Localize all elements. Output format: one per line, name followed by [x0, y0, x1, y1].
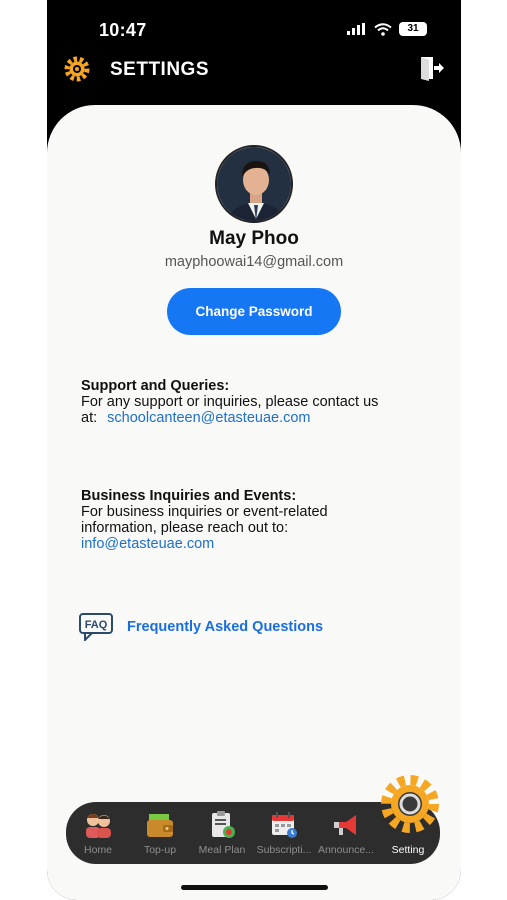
family-icon [86, 814, 111, 838]
gear-icon[interactable] [380, 774, 440, 834]
support-email-link[interactable]: schoolcanteen@etasteuae.com [107, 410, 310, 426]
avatar-image [217, 147, 291, 221]
nav-subscription[interactable]: Subscripti... [253, 808, 315, 860]
profile-name: May Phoo [209, 228, 299, 249]
wifi-icon [374, 22, 392, 36]
settings-gear-icon [64, 56, 90, 82]
nav-meal-plan[interactable]: Meal Plan [191, 808, 253, 860]
support-contact-line: at: schoolcanteen@etasteuae.com [81, 410, 441, 426]
nav-announcements[interactable]: Announce... [315, 808, 377, 860]
nav-label-meal-plan: Meal Plan [198, 844, 246, 856]
support-section: Support and Queries: For any support or … [81, 378, 441, 426]
wallet-icon [147, 814, 173, 837]
faq-label: Frequently Asked Questions [127, 619, 324, 635]
status-time: 10:47 [99, 20, 147, 40]
status-bar: 10:47 31 [47, 0, 461, 50]
nav-home[interactable]: Home [67, 808, 129, 860]
home-indicator [181, 885, 328, 890]
faq-link[interactable]: FAQ Frequently Asked Questions [79, 613, 323, 641]
business-text-2: information, please reach out to: [81, 520, 289, 536]
change-password-button[interactable]: Change Password [167, 288, 341, 335]
nav-label-home: Home [83, 844, 112, 856]
calendar-icon [272, 812, 297, 838]
support-prefix: at: [81, 410, 98, 426]
business-email-link[interactable]: info@etasteuae.com [81, 536, 441, 552]
business-section: Business Inquiries and Events: For busin… [81, 488, 441, 552]
battery-icon: 31 [399, 22, 427, 36]
avatar [215, 145, 293, 223]
business-title: Business Inquiries and Events: [81, 488, 297, 504]
business-text-1: For business inquiries or event-related [81, 504, 328, 520]
logout-icon[interactable] [418, 55, 444, 81]
phone-screen: 10:47 31 SETTINGS May Phoo mayphoowai14@… [47, 0, 461, 900]
faq-icon: FAQ [79, 613, 113, 641]
signal-icon [347, 23, 365, 35]
nav-label-setting: Setting [391, 844, 425, 856]
nav-label-top-up: Top-up [143, 844, 177, 856]
nav-label-subscription: Subscripti... [256, 844, 312, 856]
page-title: SETTINGS [110, 59, 210, 80]
status-icons: 31 [347, 22, 427, 36]
app-header: SETTINGS [47, 50, 461, 90]
meal-plan-icon [212, 811, 235, 838]
nav-label-announcements: Announce... [317, 844, 375, 856]
megaphone-icon [334, 815, 356, 835]
support-title: Support and Queries: [81, 378, 230, 394]
svg-text:FAQ: FAQ [85, 619, 108, 631]
support-text: For any support or inquiries, please con… [81, 394, 379, 410]
nav-top-up[interactable]: Top-up [129, 808, 191, 860]
profile-email: mayphoowai14@gmail.com [164, 254, 344, 270]
